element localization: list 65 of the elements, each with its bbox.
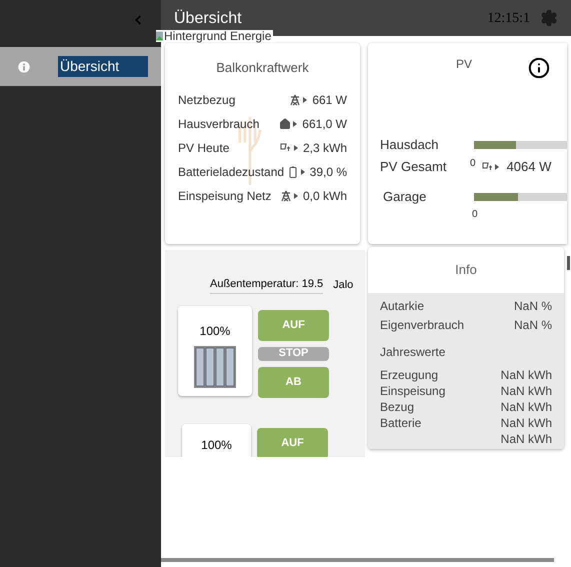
move-button[interactable]: AB — [258, 366, 329, 398]
info-value: NaN % — [514, 298, 552, 314]
total-value: 4064 W — [506, 158, 552, 176]
string-label: Hausdach — [380, 136, 440, 154]
info-icon — [16, 58, 32, 74]
shutter-position: 100% — [200, 322, 230, 340]
shutter-card[interactable]: 100% — [182, 424, 251, 457]
caret-icon — [300, 168, 305, 174]
section-heading: Jahreswerte — [380, 344, 446, 361]
card-title: Balkonkraftwerk — [215, 59, 310, 77]
info-label: Batterie — [380, 415, 422, 432]
solar-panel-icon — [280, 142, 292, 154]
info-label: Autarkie — [380, 298, 424, 314]
string-label: Garage — [382, 188, 428, 206]
row-value: 661,0 W — [302, 116, 347, 132]
row-value: 2,3 kWh — [302, 140, 347, 156]
window-blinds-icon — [194, 346, 236, 388]
sidebar-item[interactable]: Übersicht — [0, 47, 161, 86]
row-label: Batterieladezustand — [178, 164, 284, 180]
image-alt-text: Hintergrund Energie — [164, 30, 272, 42]
row-label: Hausverbrauch — [178, 116, 260, 132]
info-label: Erzeugung — [380, 367, 438, 384]
row-label: Einspeisung Netz — [178, 188, 272, 204]
caret-icon — [494, 164, 499, 170]
info-value: NaN % — [514, 316, 552, 334]
shutter-card[interactable]: 100% — [178, 306, 252, 396]
settings-icon[interactable] — [540, 9, 558, 27]
info-value: NaN kWh — [500, 431, 552, 448]
info-label: Bezug — [380, 399, 414, 416]
move-button[interactable]: AUF — [258, 310, 329, 340]
total-label: PV Gesamt — [380, 158, 448, 176]
page-title: Übersicht — [174, 8, 242, 29]
info-icon[interactable] — [528, 57, 550, 79]
solar-panel-icon — [482, 161, 494, 173]
caret-icon — [303, 96, 308, 102]
card-title: Info — [455, 261, 477, 280]
row-label: PV Heute — [178, 140, 230, 156]
clock-time: 12:15:1 — [487, 10, 530, 28]
scale-min: 0 — [472, 208, 479, 222]
shutter-position: 100% — [201, 436, 232, 454]
row-value: 661 W — [312, 92, 347, 108]
pylon-icon — [280, 190, 292, 202]
caret-icon — [294, 192, 298, 198]
row-label: Netzbezug — [178, 92, 236, 108]
info-value: NaN kWh — [500, 399, 552, 416]
vertical-scrollbar[interactable] — [567, 256, 570, 270]
scale-min: 0 — [470, 157, 476, 171]
row-value: 39,0 % — [310, 164, 347, 180]
info-value: NaN kWh — [500, 383, 552, 400]
outdoor-temperature: Außentemperatur: 19.5 — [210, 276, 324, 294]
stop-button[interactable]: STOP — [258, 346, 329, 360]
horizontal-scrollbar[interactable] — [161, 558, 554, 562]
battery-icon — [286, 166, 299, 178]
pylon-icon — [289, 94, 302, 106]
info-value: NaN kWh — [500, 415, 552, 432]
broken-image-icon — [156, 31, 163, 41]
caret-icon — [293, 120, 298, 126]
caret-icon — [294, 144, 298, 150]
info-label: Einspeisung — [380, 383, 446, 400]
column-heading: Jalo — [333, 278, 354, 292]
move-button[interactable]: AUF — [257, 428, 328, 457]
card-title: PV — [454, 56, 473, 73]
row-value: 0,0 kWh — [302, 188, 347, 204]
info-label: Eigenverbrauch — [380, 316, 464, 334]
info-value: NaN kWh — [500, 367, 552, 384]
